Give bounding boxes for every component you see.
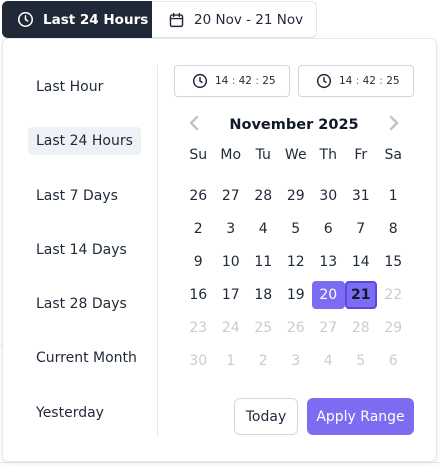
absolute-range-button[interactable]: 20 Nov - 21 Nov <box>152 1 317 38</box>
end-second[interactable]: 25 <box>386 75 399 87</box>
calendar-day: 27 <box>319 319 338 336</box>
time-separator: : <box>255 75 259 87</box>
background-divider <box>0 462 440 463</box>
chevron-right-icon[interactable] <box>387 115 401 131</box>
calendar-week: 9 10 11 12 13 14 15 <box>182 245 410 278</box>
calendar-grid: Su Mo Tu We Th Fr Sa 26 27 28 29 30 31 1 2 3 4 5 6 7 8 9 10 11… <box>182 143 410 377</box>
weekday-label: Th <box>319 147 337 163</box>
weekday-label: Sa <box>384 147 402 163</box>
calendar-day: 3 <box>291 352 301 369</box>
today-button[interactable]: Today <box>234 398 298 435</box>
calendar-day: 23 <box>189 319 208 336</box>
calendar-day[interactable]: 7 <box>345 215 378 243</box>
calendar-week: 26 27 28 29 30 31 1 <box>182 179 410 212</box>
calendar-week: 30 1 2 3 4 5 6 <box>182 344 410 377</box>
start-time-input[interactable]: 14 : 42 : 25 <box>174 65 290 97</box>
start-minute[interactable]: 42 <box>239 75 252 87</box>
calendar-day: 5 <box>356 352 366 369</box>
weekday-label: Tu <box>255 147 271 163</box>
date-range-toggle: Last 24 Hours 20 Nov - 21 Nov <box>2 1 317 38</box>
time-separator: : <box>231 75 236 87</box>
calendar-day[interactable]: 5 <box>280 215 313 243</box>
calendar-day[interactable]: 3 <box>215 215 248 243</box>
calendar-day: 28 <box>351 319 370 336</box>
calendar-day[interactable]: 17 <box>215 281 248 309</box>
calendar-day[interactable]: 27 <box>215 182 248 210</box>
calendar-day[interactable]: 30 <box>312 182 345 210</box>
start-hour[interactable]: 14 <box>215 75 228 87</box>
preset-item[interactable]: Current Month <box>28 344 141 372</box>
calendar-day[interactable]: 18 <box>247 281 280 309</box>
preset-list: Last Hour Last 24 Hours Last 7 Days Last… <box>28 73 153 453</box>
calendar-day[interactable]: 16 <box>182 281 215 309</box>
weekday-label: Fr <box>354 147 368 163</box>
calendar-day: 30 <box>189 352 208 369</box>
weekday-label: Su <box>189 147 208 163</box>
panel-divider <box>157 65 158 437</box>
time-separator: : <box>379 75 383 87</box>
date-picker-popover: Last Hour Last 24 Hours Last 7 Days Last… <box>2 38 437 462</box>
calendar-day[interactable]: 20 <box>312 280 345 309</box>
chevron-left-icon[interactable] <box>187 115 201 131</box>
start-second[interactable]: 25 <box>262 75 275 87</box>
calendar-day: 22 <box>384 286 403 303</box>
calendar-day: 26 <box>286 319 305 336</box>
calendar-day[interactable]: 10 <box>215 248 248 276</box>
apply-range-button[interactable]: Apply Range <box>307 398 414 435</box>
preset-item[interactable]: Yesterday <box>28 399 141 427</box>
calendar-day: 4 <box>323 352 333 369</box>
calendar-day[interactable]: 1 <box>377 182 410 210</box>
calendar-day: 6 <box>388 352 398 369</box>
calendar-day: 24 <box>221 319 240 336</box>
calendar-day[interactable]: 11 <box>247 248 280 276</box>
calendar-day: 2 <box>258 352 268 369</box>
calendar-day: 29 <box>384 319 403 336</box>
preset-item[interactable]: Last 14 Days <box>28 236 141 264</box>
time-separator: : <box>355 75 360 87</box>
calendar-day[interactable]: 9 <box>182 248 215 276</box>
calendar-day[interactable]: 19 <box>280 281 313 309</box>
calendar-day[interactable]: 21 <box>344 280 377 309</box>
end-minute[interactable]: 42 <box>363 75 376 87</box>
end-time-input[interactable]: 14 : 42 : 25 <box>298 65 414 97</box>
clock-icon <box>17 11 34 28</box>
calendar-day[interactable]: 4 <box>247 215 280 243</box>
preset-item[interactable]: Last 24 Hours <box>28 127 141 156</box>
calendar-icon <box>169 12 184 27</box>
calendar-day[interactable]: 28 <box>247 182 280 210</box>
preset-item[interactable]: Last Hour <box>28 73 141 101</box>
relative-range-button[interactable]: Last 24 Hours <box>2 1 152 38</box>
calendar-week: 2345678 <box>182 212 410 245</box>
relative-range-label: Last 24 Hours <box>43 11 149 28</box>
clock-icon <box>316 73 332 89</box>
calendar-day[interactable]: 26 <box>182 182 215 210</box>
calendar-week: 23 24 25 26 27 28 29 <box>182 311 410 344</box>
calendar-week: 16 17 18 19 20 21 22 <box>182 278 410 311</box>
preset-item[interactable]: Last 28 Days <box>28 290 141 318</box>
calendar-day[interactable]: 31 <box>345 182 378 210</box>
month-title: November 2025 <box>229 117 359 133</box>
calendar-day[interactable]: 8 <box>377 215 410 243</box>
end-hour[interactable]: 14 <box>339 75 352 87</box>
clock-icon <box>192 73 208 89</box>
calendar-day[interactable]: 15 <box>377 248 410 276</box>
calendar-day[interactable]: 6 <box>312 215 345 243</box>
calendar-day: 1 <box>226 352 236 369</box>
calendar-day: 25 <box>254 319 273 336</box>
calendar-day[interactable]: 13 <box>312 248 345 276</box>
weekday-label: Mo <box>220 147 242 163</box>
absolute-range-label: 20 Nov - 21 Nov <box>194 11 304 28</box>
weekday-header: Su Mo Tu We Th Fr Sa <box>182 143 410 167</box>
preset-item[interactable]: Last 7 Days <box>28 182 141 210</box>
calendar-day[interactable]: 12 <box>280 248 313 276</box>
calendar-day[interactable]: 29 <box>280 182 313 210</box>
calendar-day[interactable]: 2 <box>182 215 215 243</box>
weekday-label: We <box>284 147 307 163</box>
calendar-day[interactable]: 14 <box>345 248 378 276</box>
